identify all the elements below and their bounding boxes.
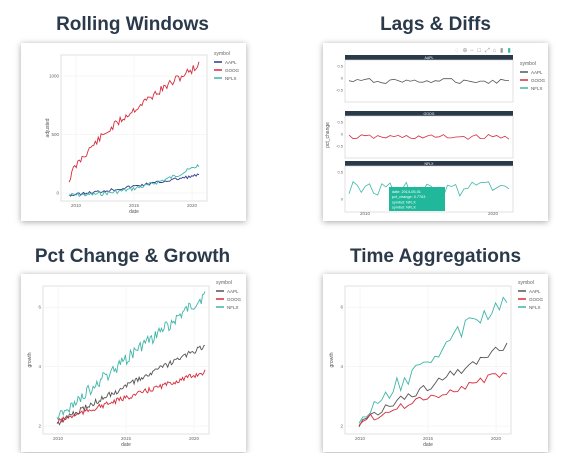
- y-tick-label: 0: [341, 197, 344, 202]
- x-tick-label: 2010: [355, 436, 366, 441]
- y-tick-label: -0.5: [336, 88, 344, 93]
- toolbar-icon: ◌: [455, 48, 459, 54]
- legend-label-goog: GOOG: [531, 78, 546, 83]
- y-tick-label: 6: [340, 305, 343, 310]
- y-axis-label: growth: [329, 352, 335, 367]
- panel-title: NFLX: [425, 162, 435, 166]
- chart-lags-diffs: ◌ ⊕ − □ ⤢ ⌂ ▮ ▮pct_changeAAPL0.50-0.5GOOG0.50-0…: [325, 47, 546, 216]
- y-tick-label: 0: [341, 132, 344, 137]
- x-tick-label: 2015: [129, 203, 140, 208]
- legend-label-aapl: AAPL: [227, 289, 239, 294]
- x-tick-label: 2015: [423, 436, 434, 441]
- y-tick-label: 0.5: [337, 170, 343, 175]
- legend-label-aapl: AAPL: [529, 289, 541, 294]
- legend-label-nflx: NFLX: [529, 305, 541, 310]
- thumbnail-rolling-windows[interactable]: 0 500 1000 2010 2015 2020 date adjusted symbol AA…: [21, 43, 246, 221]
- legend-label-goog: GOOG: [225, 68, 240, 73]
- tooltip-line: pct_change: 0.7763: [392, 195, 425, 199]
- thumbnail-pct-change-growth[interactable]: 2 4 6 2010 2015 2020 date growth symbol AAPL GOOG N…: [21, 274, 246, 452]
- card-title-pct-change-growth: Pct Change & Growth: [34, 246, 231, 267]
- card-title-time-aggregations: Time Aggregations: [349, 246, 522, 267]
- legend-label-aapl: AAPL: [531, 70, 543, 75]
- thumbnail-lags-diffs[interactable]: ◌ ⊕ − □ ⤢ ⌂ ▮ ▮ pct_change AAPL 0.5 0 -0.5 GOOG 0.5 0 -0…: [323, 43, 548, 221]
- card-title-rolling-windows: Rolling Windows: [56, 14, 209, 35]
- toolbar-icon: ▮: [500, 48, 503, 54]
- y-tick-label: -0.5: [336, 144, 344, 149]
- legend-title: symbol: [216, 280, 232, 286]
- chart-rolling-windows: 0 500 1000 2010 2015 2020 date adjusted symbol AA…: [45, 51, 240, 215]
- legend-label-goog: GOOG: [227, 297, 242, 302]
- x-tick-label: 2020: [488, 211, 499, 216]
- panel-title: AAPL: [425, 56, 434, 60]
- panel-title: GOOG: [424, 112, 435, 116]
- legend-title: symbol: [214, 51, 230, 57]
- y-axis-label: pct_change: [325, 122, 331, 148]
- card-title-lags-diffs: Lags & Diffs: [380, 14, 491, 35]
- y-tick-label: 4: [340, 364, 343, 369]
- panel-plot-area: [344, 115, 514, 159]
- y-tick-label: 0.5: [337, 64, 343, 69]
- chart-pct-change-growth: 2 4 6 2010 2015 2020 date growth symbol AAPL GOOG N…: [27, 280, 242, 448]
- y-tick-label: 1000: [49, 74, 60, 79]
- y-tick-label: 500: [51, 132, 59, 137]
- legend-label-nflx: NFLX: [227, 305, 239, 310]
- x-tick-label: 2010: [71, 203, 82, 208]
- y-tick-label: 2: [38, 424, 41, 429]
- legend-label-nflx: NFLX: [225, 76, 237, 81]
- y-tick-label: 2: [340, 424, 343, 429]
- x-tick-label: 2020: [189, 436, 200, 441]
- legend-label-aapl: AAPL: [225, 60, 237, 65]
- tooltip-line: date: 2014-05-01: [392, 190, 421, 194]
- y-tick-label: 6: [38, 305, 41, 310]
- y-tick-label: 0: [56, 191, 59, 196]
- legend-label-nflx: NFLX: [531, 86, 543, 91]
- x-tick-label: 2010: [360, 211, 371, 216]
- y-tick-label: 4: [38, 364, 41, 369]
- toolbar-icon: ⌂: [493, 48, 497, 54]
- tooltip-line: symbol: NFLX: [392, 200, 416, 204]
- legend-title: symbol: [520, 61, 536, 67]
- legend-title: symbol: [518, 280, 534, 286]
- toolbar-icon: ⊕: [463, 48, 468, 54]
- toolbar-icon: □: [478, 48, 482, 54]
- panel-plot-area: [344, 59, 514, 103]
- y-tick-label: 0.5: [337, 120, 343, 125]
- thumbnail-time-aggregations[interactable]: 2 4 6 2010 2015 2020 date growth symbol AAPL GOOG N…: [323, 274, 548, 452]
- x-axis-label: date: [129, 209, 139, 215]
- x-axis-label: date: [423, 442, 433, 448]
- x-axis-label: date: [121, 442, 131, 448]
- y-axis-label: adjusted: [45, 118, 51, 137]
- y-axis-label: growth: [27, 352, 33, 367]
- x-tick-label: 2020: [187, 203, 198, 208]
- toolbar-icon: ▮: [508, 48, 511, 54]
- legend-label-goog: GOOG: [529, 297, 544, 302]
- y-tick-label: 0: [341, 76, 344, 81]
- chart-time-aggregations: 2 4 6 2010 2015 2020 date growth symbol AAPL GOOG N…: [329, 280, 544, 448]
- toolbar-icon: −: [470, 48, 474, 54]
- x-tick-label: 2010: [53, 436, 64, 441]
- tooltip-line: symbol: NFLX: [392, 206, 416, 210]
- x-tick-label: 2015: [121, 436, 132, 441]
- toolbar-icon: ⤢: [485, 47, 490, 54]
- x-tick-label: 2020: [491, 436, 502, 441]
